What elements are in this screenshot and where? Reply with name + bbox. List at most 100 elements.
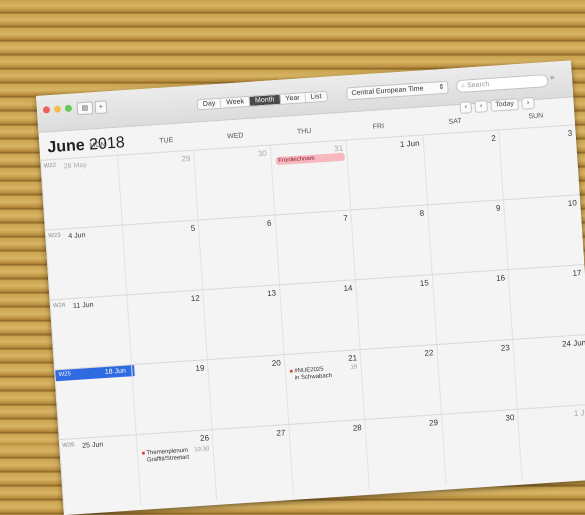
day-number: 8 <box>419 208 425 218</box>
dayhead-fri: FRI <box>372 123 385 131</box>
view-year-button[interactable]: Year <box>280 93 306 104</box>
day-cell[interactable]: 15 <box>354 275 437 351</box>
event-location: Graffiti/Streetart <box>146 454 190 464</box>
day-cell[interactable]: 28 <box>287 419 370 495</box>
day-cell[interactable]: 1 Jun <box>345 135 428 211</box>
day-cell[interactable]: 6 <box>197 215 280 291</box>
day-cell[interactable]: 17 <box>507 264 585 340</box>
day-number: 18 Jun <box>104 367 127 377</box>
week-number: W26 <box>62 442 75 450</box>
day-number: 29 <box>428 418 439 428</box>
title-month: June <box>46 136 86 157</box>
dayhead-wed: WED <box>226 132 244 141</box>
day-number: 4 Jun <box>68 232 86 241</box>
day-number: 3 <box>567 128 573 138</box>
day-cell[interactable]: 31 Fronleichnam <box>269 140 352 216</box>
day-number: 12 <box>190 293 201 304</box>
add-event-icon[interactable]: + <box>94 100 108 115</box>
search-icon: ⌕ <box>461 82 466 90</box>
day-cell[interactable]: 12 <box>125 290 208 366</box>
day-number: 22 <box>424 348 434 358</box>
day-cell[interactable]: 27 <box>211 424 294 500</box>
day-cell[interactable]: 7 <box>273 210 356 286</box>
day-cell[interactable]: 8 <box>350 205 433 281</box>
day-number: 23 <box>500 343 511 353</box>
day-cell[interactable]: W24 11 Jun <box>49 295 132 371</box>
calendar-window: ▤ + Day Week Month Year List Central Eur… <box>36 60 585 515</box>
day-number: 28 May <box>63 161 87 171</box>
day-number: 30 <box>257 148 268 159</box>
event-location: in Schwabach <box>294 373 333 382</box>
day-cell[interactable]: W23 4 Jun <box>44 225 127 301</box>
zoom-button[interactable] <box>64 104 73 113</box>
day-cell[interactable]: 22 <box>359 344 442 420</box>
overflow-icon[interactable]: » <box>550 73 555 82</box>
day-number: 28 <box>352 423 362 433</box>
prev-arrow-icon-2[interactable]: ‹ <box>474 100 488 113</box>
day-number: 9 <box>495 203 501 213</box>
day-number: 6 <box>266 218 272 228</box>
view-week-button[interactable]: Week <box>221 96 251 108</box>
timezone-value: Central European Time <box>351 85 424 98</box>
calendar-event[interactable]: #NUE2025 19 in Schwabach <box>289 364 358 382</box>
event-time: 19 <box>350 364 358 371</box>
prev-arrow-icon[interactable]: ‹ <box>459 101 473 114</box>
day-cell[interactable]: W25 18 Jun <box>54 365 137 441</box>
next-arrow-icon[interactable]: › <box>521 97 535 110</box>
day-number: 17 <box>572 268 582 278</box>
dayhead-tue: TUE <box>159 137 174 145</box>
view-month-button[interactable]: Month <box>249 94 281 106</box>
day-number: 25 Jun <box>82 441 104 450</box>
day-number: 26 <box>199 433 210 443</box>
day-cell[interactable]: 23 <box>435 339 518 415</box>
day-number: 10 <box>567 198 578 208</box>
day-cell[interactable]: 3 <box>498 125 581 201</box>
search-input[interactable]: ⌕ Search <box>455 74 549 94</box>
toolbar: ▤ + Day Week Month Year List Central Eur… <box>36 60 574 133</box>
day-cell[interactable]: W26 25 Jun <box>58 435 141 511</box>
today-button[interactable]: Today <box>489 98 520 112</box>
day-cell[interactable]: 14 <box>278 280 361 356</box>
search-placeholder: Search <box>466 80 490 90</box>
dayhead-sun: SUN <box>528 112 544 121</box>
dayhead-mon: MON <box>89 141 106 150</box>
day-number: 30 <box>505 413 515 423</box>
day-cell[interactable]: 10 <box>502 195 585 271</box>
day-cell[interactable]: 19 <box>130 360 213 436</box>
day-number: 1 Jun <box>399 138 420 149</box>
day-cell[interactable]: 29 <box>116 150 199 226</box>
day-cell[interactable]: 24 Jun <box>512 334 585 410</box>
desk-background: ▤ + Day Week Month Year List Central Eur… <box>0 0 585 515</box>
calendar-event[interactable]: Themenplenum 19:30 Graffiti/Streetart <box>141 446 210 464</box>
week-number: W22 <box>43 162 57 170</box>
view-switcher: Day Week Month Year List <box>196 90 328 111</box>
sidebar-toggle-icon[interactable]: ▤ <box>76 101 94 116</box>
timezone-select[interactable]: Central European Time ⇕ <box>346 80 449 101</box>
dayhead-thu: THU <box>296 127 312 136</box>
week-number: W23 <box>48 232 61 240</box>
view-list-button[interactable]: List <box>305 92 326 102</box>
allday-event[interactable]: Fronleichnam <box>275 152 345 166</box>
day-cell[interactable]: 29 <box>364 414 447 490</box>
day-number: 14 <box>343 283 353 294</box>
day-number: 2 <box>491 133 497 143</box>
minimize-button[interactable] <box>53 105 62 113</box>
view-day-button[interactable]: Day <box>197 98 222 110</box>
close-button[interactable] <box>42 106 51 114</box>
day-cell[interactable]: W22 28 May <box>40 155 123 231</box>
day-cell[interactable]: 16 <box>431 270 514 346</box>
day-number: 11 Jun <box>72 301 94 311</box>
day-cell[interactable]: 13 <box>202 285 285 361</box>
day-cell[interactable]: 30 <box>192 145 275 221</box>
day-cell[interactable]: 20 <box>206 355 289 431</box>
day-cell[interactable]: 21 #NUE2025 19 in Schwabach <box>283 350 366 426</box>
day-cell[interactable]: 26 Themenplenum 19:30 Graffiti/Streetart <box>135 430 218 506</box>
day-cell[interactable]: 2 <box>421 130 504 206</box>
day-cell[interactable]: 9 <box>426 200 509 276</box>
day-cell[interactable]: 1 Jul <box>516 404 585 480</box>
day-cell[interactable]: 30 <box>440 409 523 485</box>
dayhead-sat: SAT <box>448 117 462 126</box>
day-number: 24 Jun <box>561 338 585 349</box>
day-cell[interactable]: 5 <box>121 220 204 296</box>
day-number: 1 Jul <box>573 407 585 419</box>
